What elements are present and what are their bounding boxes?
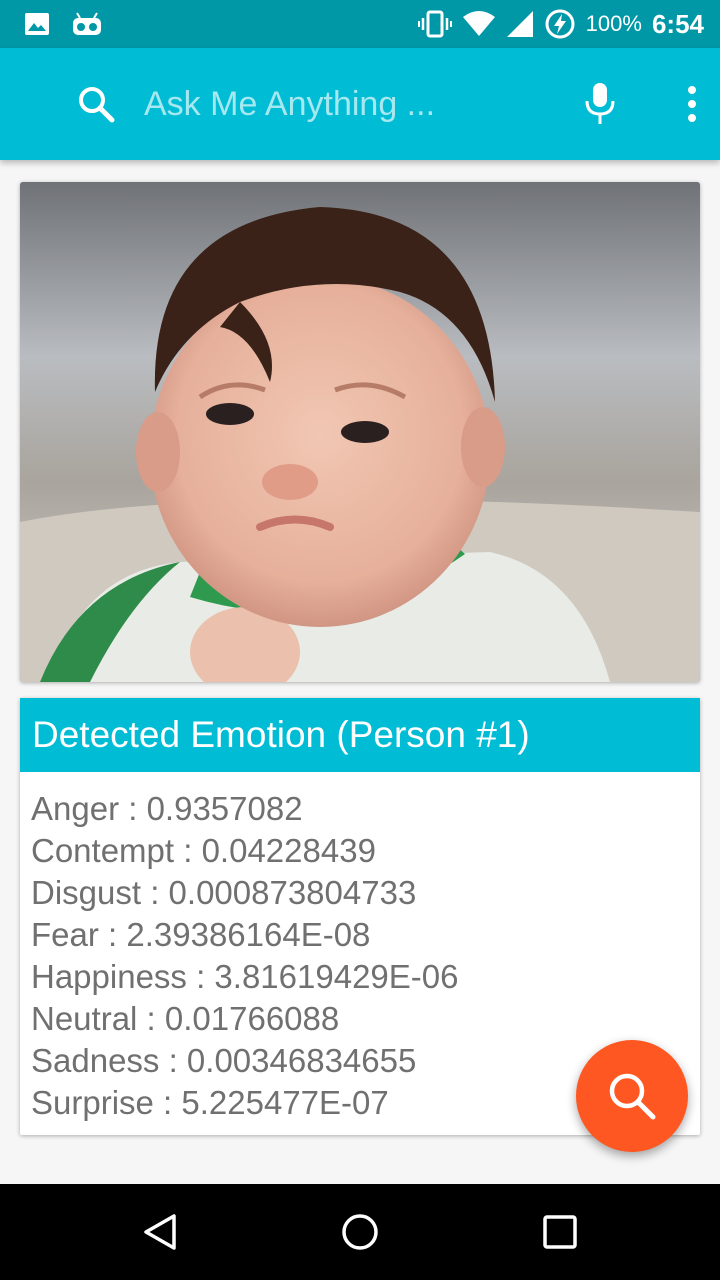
battery-charging-icon: [545, 9, 575, 39]
recent-apps-icon[interactable]: [540, 1212, 580, 1252]
app-bar: [0, 48, 720, 160]
navigation-bar: [0, 1184, 720, 1280]
card-header: Detected Emotion (Person #1): [20, 698, 700, 772]
status-bar: 100% 6:54: [0, 0, 720, 48]
card-title: Detected Emotion (Person #1): [32, 714, 530, 755]
more-vert-icon[interactable]: [680, 84, 704, 124]
emotion-happiness: Happiness : 3.81619429E-06: [31, 958, 459, 995]
battery-percent: 100%: [585, 11, 642, 36]
emotion-anger: Anger : 0.9357082: [31, 790, 303, 827]
android-robot-icon: [73, 12, 101, 35]
clock: 6:54: [651, 8, 704, 39]
baby-photo: [20, 182, 700, 682]
search-icon[interactable]: [76, 84, 116, 124]
vibrate-icon: [417, 10, 452, 38]
search-input[interactable]: [144, 78, 544, 130]
home-icon[interactable]: [340, 1212, 380, 1252]
mic-icon[interactable]: [582, 82, 618, 126]
emotion-contempt: Contempt : 0.04228439: [31, 832, 376, 869]
cell-signal-icon: [506, 11, 533, 37]
search-icon: [609, 1073, 656, 1120]
back-icon[interactable]: [140, 1212, 180, 1252]
emotion-disgust: Disgust : 0.000873804733: [31, 874, 417, 911]
emotion-fear: Fear : 2.39386164E-08: [31, 916, 371, 953]
emotion-neutral: Neutral : 0.01766088: [31, 1000, 340, 1037]
wifi-icon: [462, 11, 495, 36]
image-notification-icon: [25, 13, 49, 35]
search-fab-button[interactable]: [576, 1040, 688, 1152]
